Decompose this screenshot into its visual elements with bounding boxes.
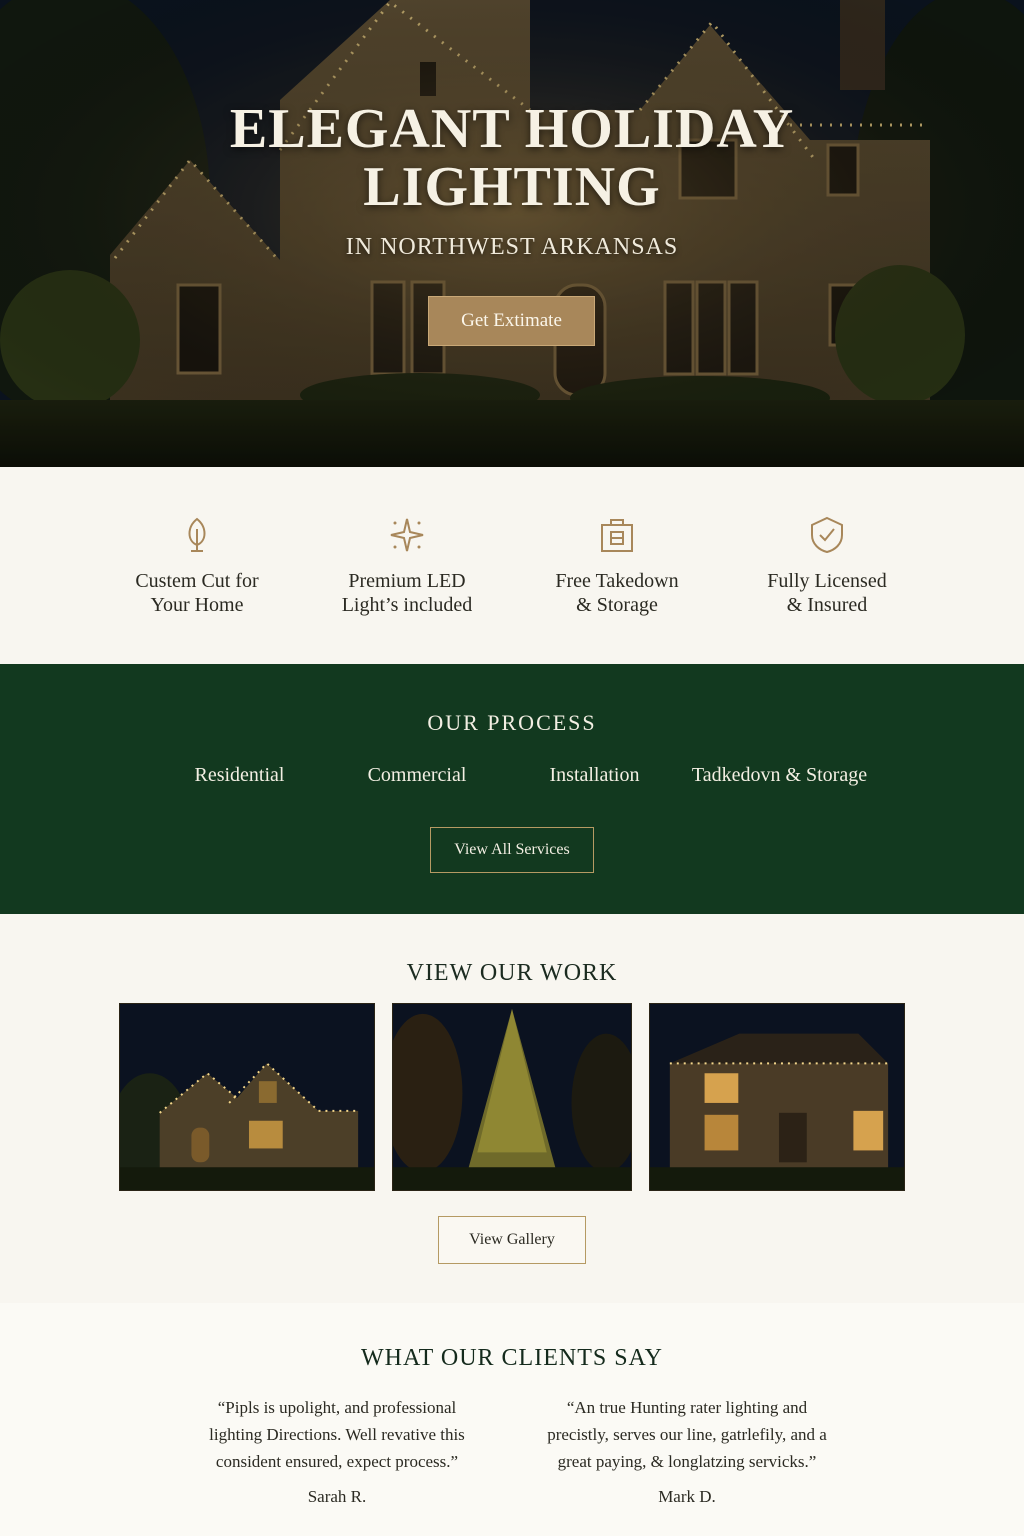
work-title: VIEW OUR WORK: [406, 960, 618, 986]
tree-icon: [188, 517, 206, 552]
testimonial-quote: “An true Hunting rater lighting and prec…: [547, 1398, 827, 1471]
storage-box-icon: [601, 519, 633, 552]
testimonials-title: WHAT OUR CLIENTS SAY: [360, 1345, 664, 1371]
testimonials-list: “Pipls is upolight, and professional lig…: [0, 1394, 1024, 1507]
testimonial-card: “An true Hunting rater lighting and prec…: [512, 1394, 862, 1507]
feature-label: Free Takedown & Storage: [555, 570, 679, 616]
shield-check-icon: [811, 516, 843, 554]
view-gallery-button[interactable]: View Gallery: [438, 1216, 586, 1264]
gallery-image-tree[interactable]: [392, 1003, 632, 1191]
feature-custom-cut: Custem Cut for Your Home: [92, 515, 302, 664]
tab-residential[interactable]: Residential: [150, 764, 330, 787]
tab-takedown-storage[interactable]: Tadkedovn & Storage: [685, 764, 875, 787]
sparkle-icon: [390, 518, 424, 552]
hero-subtitle: IN NORTHWEST ARKANSAS: [345, 234, 679, 260]
hero-title-line2: LIGHTING: [363, 156, 661, 218]
work-section: VIEW OUR WORK View Gallery: [0, 914, 1024, 1303]
feature-licensed-insured: Fully Licensed & Insured: [722, 515, 932, 664]
view-all-services-button[interactable]: View All Services: [430, 827, 594, 873]
gallery-image-modern-house[interactable]: [649, 1003, 905, 1191]
features-row: Custem Cut for Your Home Premium LED Light…: [0, 467, 1024, 664]
gallery-image-house[interactable]: [119, 1003, 375, 1191]
process-tabs: Residential Commercial Installation Tadk…: [0, 764, 1024, 787]
tab-installation[interactable]: Installation: [505, 764, 685, 787]
get-estimate-button[interactable]: Get Extimate: [428, 296, 595, 346]
testimonials-section: WHAT OUR CLIENTS SAY “Pipls is upolight,…: [0, 1303, 1024, 1536]
tab-commercial[interactable]: Commercial: [330, 764, 505, 787]
feature-takedown-storage: Free Takedown & Storage: [512, 515, 722, 664]
feature-label: Custem Cut for Your Home: [135, 570, 259, 616]
process-title: OUR PROCESS: [427, 710, 597, 735]
hero-title: ELEGANT HOLIDAY LIGHTING: [0, 100, 1024, 216]
work-gallery: [0, 1003, 1024, 1191]
hero-title-line1: ELEGANT HOLIDAY: [229, 98, 795, 160]
testimonial-quote: “Pipls is upolight, and professional lig…: [209, 1398, 465, 1471]
testimonial-author: Mark D.: [658, 1487, 716, 1506]
feature-label: Premium LED Light’s included: [341, 570, 473, 616]
process-section: OUR PROCESS Residential Commercial Insta…: [0, 664, 1024, 914]
feature-premium-led: Premium LED Light’s included: [302, 515, 512, 664]
hero-section: ELEGANT HOLIDAY LIGHTING IN NORTHWEST AR…: [0, 0, 1024, 467]
testimonial-card: “Pipls is upolight, and professional lig…: [162, 1394, 512, 1507]
testimonial-author: Sarah R.: [307, 1487, 367, 1506]
feature-label: Fully Licensed & Insured: [767, 570, 887, 616]
